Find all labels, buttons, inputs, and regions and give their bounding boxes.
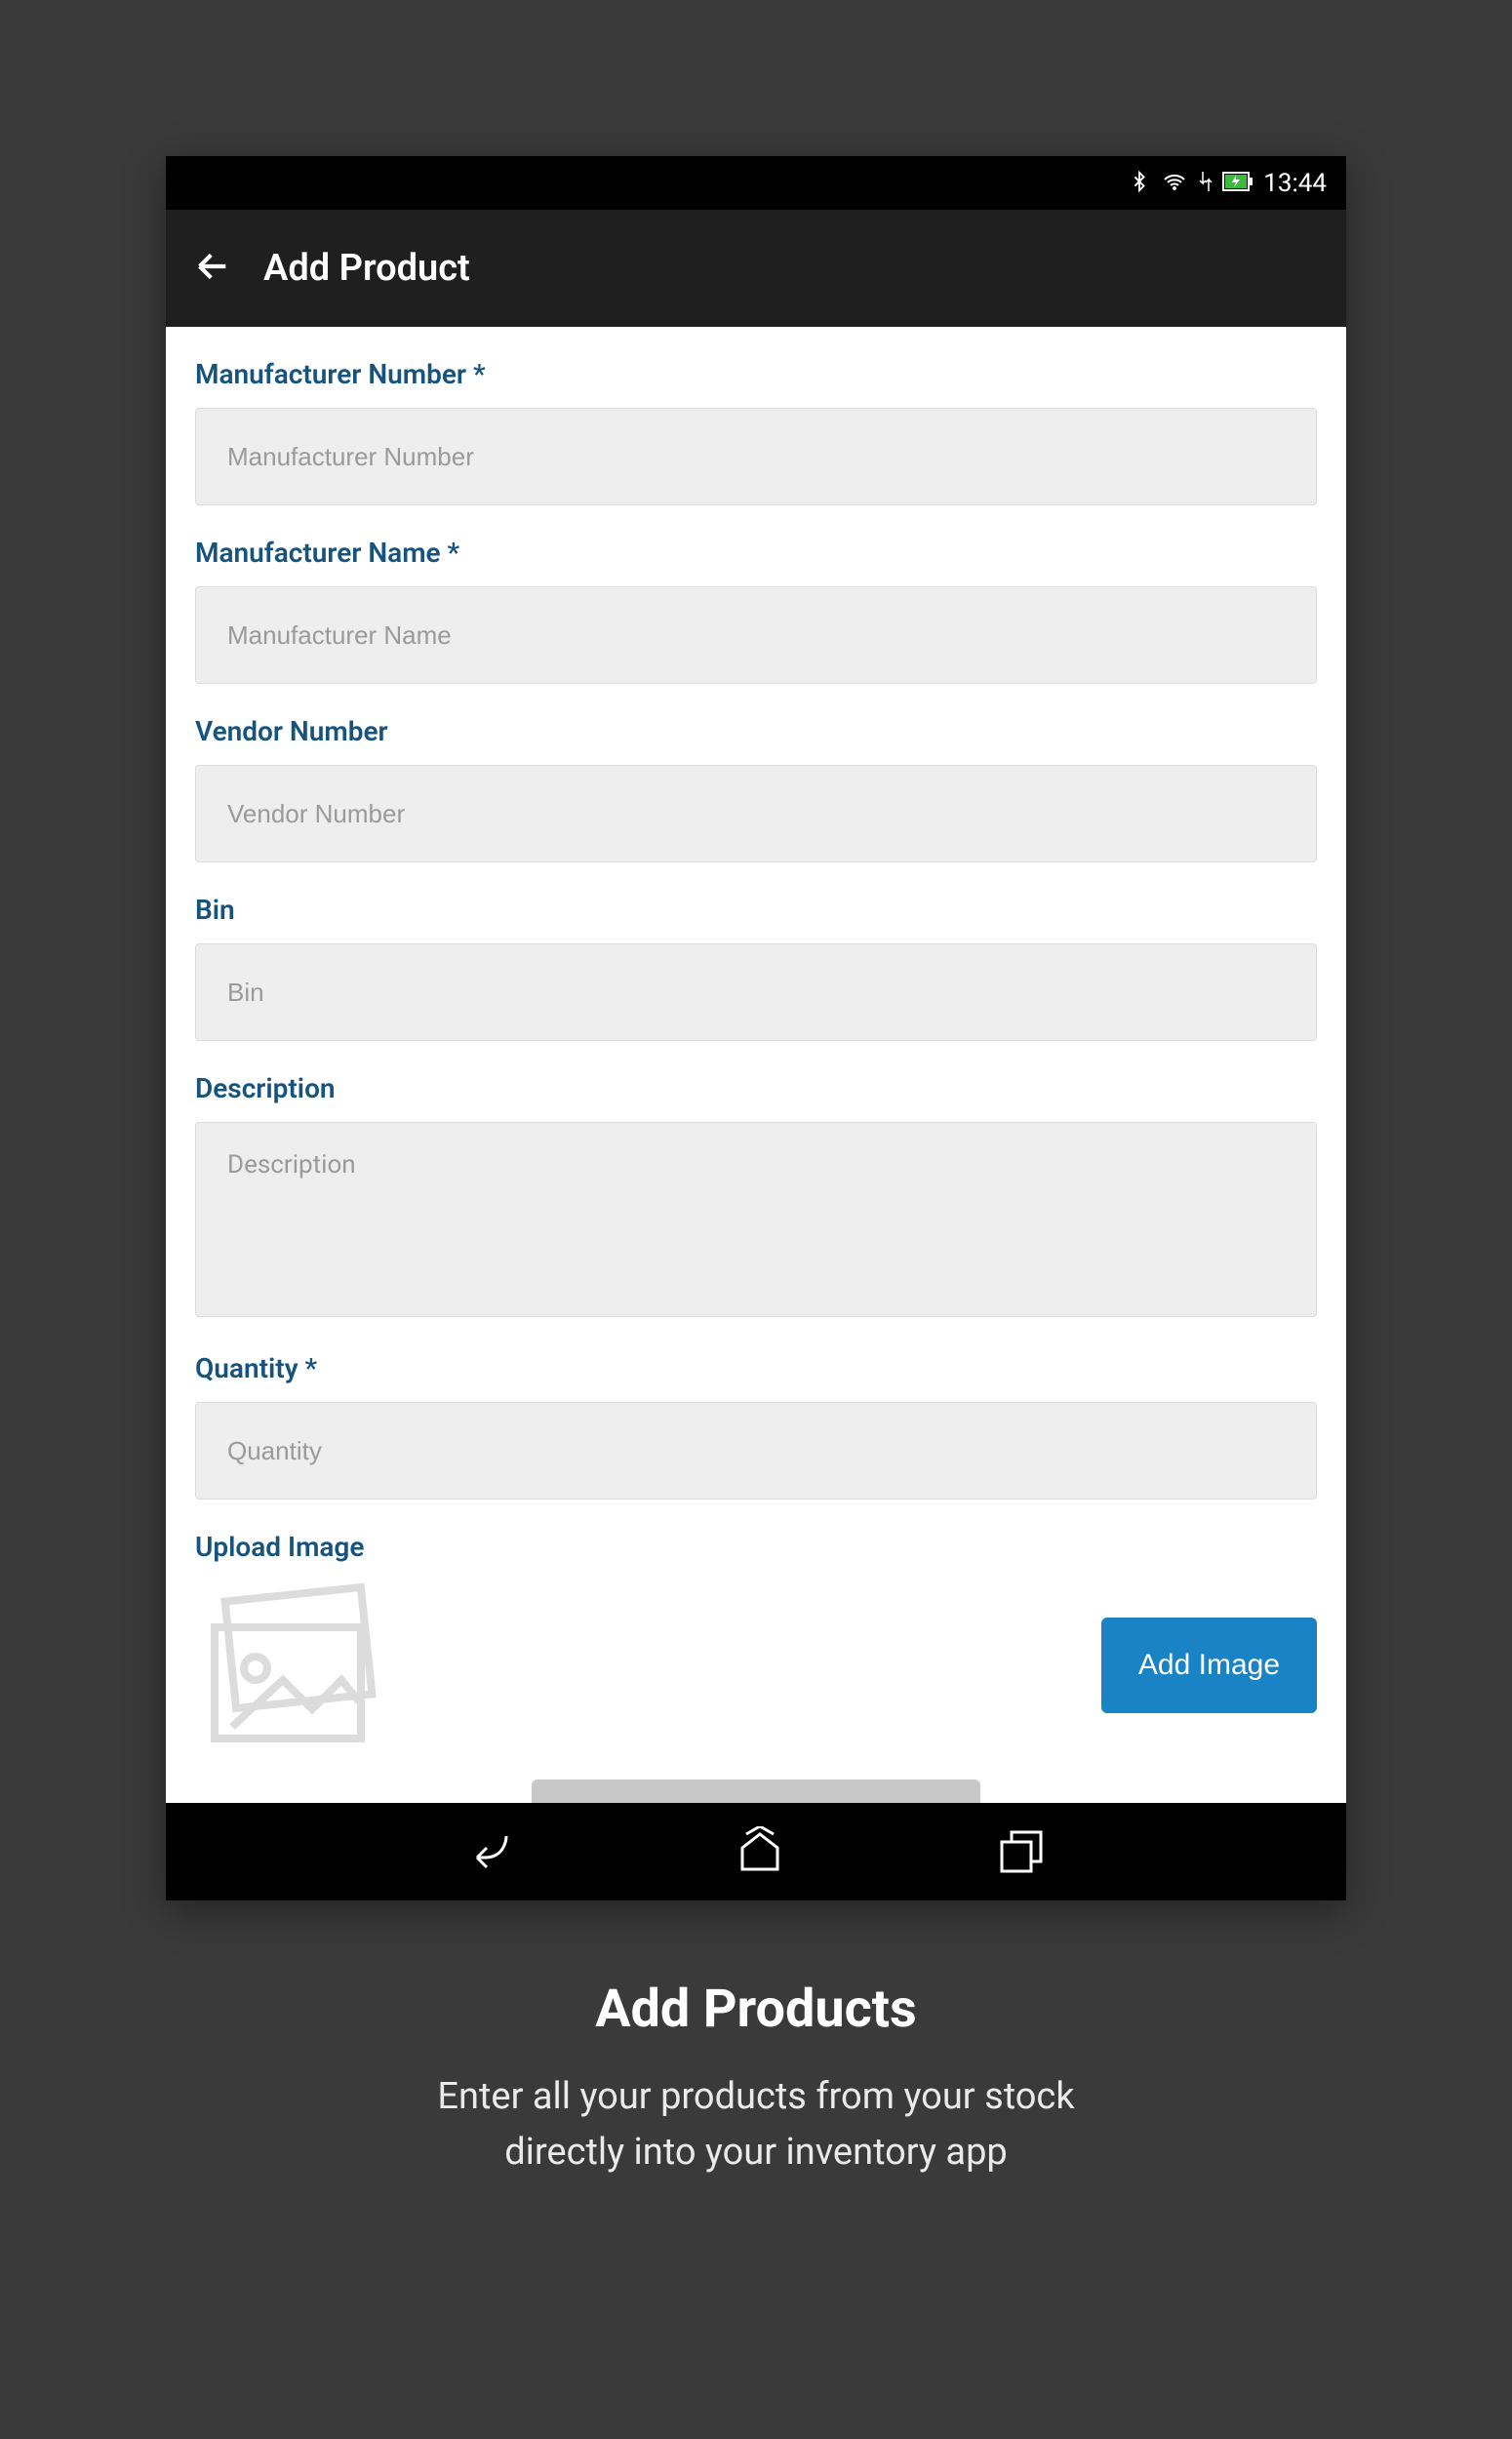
label-vendor-number: Vendor Number [195,715,1317,747]
caption-subtitle: Enter all your products from your stock … [437,2069,1074,2180]
label-description: Description [195,1072,1317,1104]
field-description: Description [195,1072,1317,1321]
battery-charging-icon [1222,172,1253,195]
image-placeholder-icon [195,1582,390,1748]
phone-frame: 13:44 Add Product Manufacturer Number * … [166,156,1346,1900]
field-vendor-number: Vendor Number [195,715,1317,862]
page-title: Add Product [263,247,470,290]
field-upload-image: Upload Image Add Image [195,1531,1317,1748]
bottom-partial-button [195,1779,1317,1803]
input-manufacturer-name[interactable] [195,586,1317,684]
caption-title: Add Products [437,1979,1074,2040]
input-vendor-number[interactable] [195,765,1317,862]
bluetooth-icon [1129,167,1150,200]
status-bar: 13:44 [166,156,1346,210]
input-description[interactable] [195,1122,1317,1317]
label-manufacturer-name: Manufacturer Name * [195,537,1317,569]
field-bin: Bin [195,894,1317,1041]
caption: Add Products Enter all your products fro… [437,1979,1074,2180]
field-quantity: Quantity * [195,1352,1317,1499]
label-manufacturer-number: Manufacturer Number * [195,358,1317,390]
data-icon [1199,170,1213,197]
status-time: 13:44 [1263,169,1327,198]
nav-recent-icon[interactable] [998,1826,1045,1877]
wifi-icon [1160,170,1189,197]
nav-bar [166,1803,1346,1900]
add-image-button[interactable]: Add Image [1101,1618,1317,1713]
nav-back-icon[interactable] [467,1826,522,1877]
input-manufacturer-number[interactable] [195,408,1317,505]
field-manufacturer-number: Manufacturer Number * [195,358,1317,505]
form: Manufacturer Number * Manufacturer Name … [166,327,1346,1803]
input-quantity[interactable] [195,1402,1317,1499]
nav-home-icon[interactable] [736,1826,783,1877]
label-upload-image: Upload Image [195,1531,1317,1563]
input-bin[interactable] [195,943,1317,1041]
back-arrow-icon[interactable] [193,247,232,290]
field-manufacturer-name: Manufacturer Name * [195,537,1317,684]
label-quantity: Quantity * [195,1352,1317,1384]
label-bin: Bin [195,894,1317,926]
app-bar: Add Product [166,210,1346,327]
